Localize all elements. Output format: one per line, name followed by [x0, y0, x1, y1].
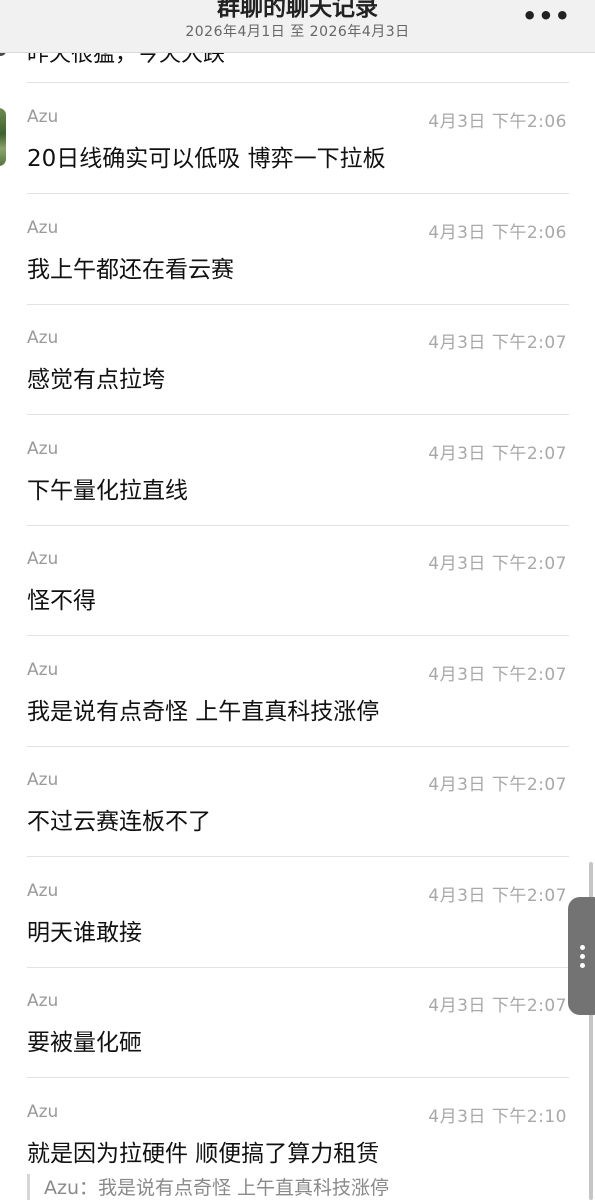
message-time: 4月3日 下午2:06 — [428, 222, 567, 243]
message-text: 怪不得 — [27, 588, 96, 614]
page-title: 群聊的聊天记录 — [217, 0, 378, 21]
more-icon[interactable]: ••• — [522, 2, 571, 30]
message-time: 4月3日 下午2:07 — [428, 664, 567, 685]
handle-dot-icon — [580, 954, 585, 959]
handle-dot-icon — [580, 945, 585, 950]
sender-name: Azu — [27, 991, 59, 1011]
message-text: 我上午都还在看云赛 — [27, 256, 234, 283]
message-item[interactable]: Azu 4月3日 下午2:07 要被量化砸 — [0, 967, 595, 1077]
nav-header: 群聊的聊天记录 2026年4月1日 至 2026年4月3日 ••• — [0, 0, 595, 53]
sender-name: Azu — [27, 438, 59, 459]
message-time: 4月3日 下午2:06 — [428, 112, 567, 132]
message-time: 4月3日 下午2:07 — [428, 775, 567, 795]
message-item[interactable]: Azu 4月3日 下午2:07 不过云赛连板不了 — [0, 746, 595, 856]
message-text: 就是因为拉硬件 顺便搞了算力租赁 — [27, 1140, 380, 1167]
scroll-handle[interactable] — [568, 897, 595, 1015]
sender-name: Azu — [27, 107, 59, 127]
sender-name: Azu — [27, 1101, 59, 1122]
sender-name: Azu — [27, 770, 59, 790]
message-item[interactable]: Azu 4月3日 下午2:06 20日线确实可以低吸 博弈一下拉板 — [0, 83, 595, 193]
message-time: 4月3日 下午2:07 — [428, 443, 567, 464]
message-text: 下午量化拉直线 — [27, 477, 188, 504]
message-text: 我是说有点奇怪 上午直真科技涨停 — [27, 698, 380, 725]
previous-message-text: 昨天很猛，今天大跌 — [27, 52, 226, 67]
sender-name: Azu — [27, 217, 59, 238]
message-time: 4月3日 下午2:10 — [428, 1106, 567, 1127]
avatar[interactable] — [0, 108, 6, 166]
message-item[interactable]: Azu 4月3日 下午2:07 怪不得 — [0, 525, 595, 635]
quoted-text: Azu：我是说有点奇怪 上午直真科技涨停 — [44, 1176, 390, 1199]
date-range: 2026年4月1日 至 2026年4月3日 — [185, 24, 410, 40]
previous-message-fragment: 昨天很猛，今天大跌 — [0, 52, 595, 84]
message-item[interactable]: Azu 4月3日 下午2:07 下午量化拉直线 — [0, 415, 595, 525]
message-text: 20日线确实可以低吸 博弈一下拉板 — [27, 146, 386, 172]
message-item[interactable]: Azu 4月3日 下午2:07 我是说有点奇怪 上午直真科技涨停 — [0, 636, 595, 746]
message-time: 4月3日 下午2:07 — [428, 885, 567, 906]
message-text: 要被量化砸 — [27, 1030, 142, 1056]
message-text: 不过云赛连板不了 — [27, 809, 211, 835]
sender-name: Azu — [27, 880, 59, 901]
handle-dot-icon — [580, 963, 585, 968]
message-item[interactable]: Azu 4月3日 下午2:07 明天谁敢接 — [0, 857, 595, 967]
sender-name: Azu — [27, 328, 59, 348]
message-item[interactable]: Azu 4月3日 下午2:07 感觉有点拉垮 — [0, 304, 595, 414]
message-item[interactable]: Azu 4月3日 下午2:06 我上午都还在看云赛 — [0, 194, 595, 304]
message-item[interactable]: Azu 4月3日 下午2:10 就是因为拉硬件 顺便搞了算力租赁 Azu：我是说有点奇… — [0, 1078, 595, 1200]
sender-name: Azu — [27, 549, 59, 569]
message-text: 感觉有点拉垮 — [27, 367, 165, 393]
message-time: 4月3日 下午2:07 — [428, 996, 567, 1016]
message-text: 明天谁敢接 — [27, 919, 142, 946]
sender-name: Azu — [27, 659, 59, 680]
message-time: 4月3日 下午2:07 — [428, 554, 567, 574]
message-time: 4月3日 下午2:07 — [428, 333, 567, 353]
quoted-message[interactable]: Azu：我是说有点奇怪 上午直真科技涨停 — [27, 1173, 550, 1200]
